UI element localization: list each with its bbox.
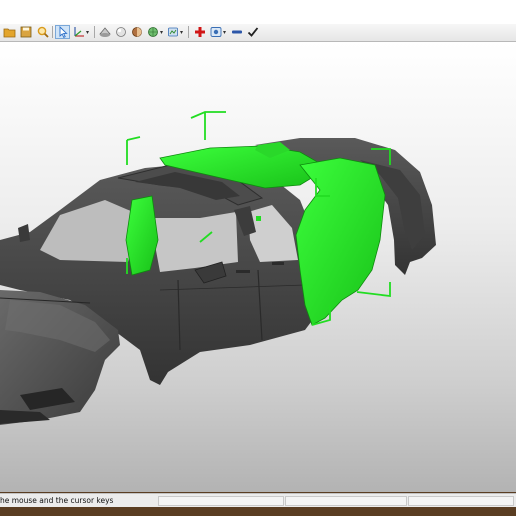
car-model-view[interactable] (0, 42, 516, 492)
toolbar-separator (94, 26, 95, 38)
status-panel (285, 496, 407, 506)
texture-icon[interactable]: ▾ (145, 25, 165, 39)
status-message: he mouse and the cursor keys (0, 496, 114, 505)
light-icon[interactable] (113, 25, 128, 39)
main-toolbar: ▾ ▾ ▾ ▾ (0, 24, 516, 42)
dropdown-arrow-icon[interactable]: ▾ (223, 29, 226, 36)
status-panel (408, 496, 514, 506)
status-bar: he mouse and the cursor keys (0, 493, 516, 507)
dropdown-arrow-icon[interactable]: ▾ (180, 29, 183, 36)
window-top-area (0, 0, 516, 24)
toolbar-separator (188, 26, 189, 38)
dropdown-arrow-icon[interactable]: ▾ (160, 29, 163, 36)
dropdown-arrow-icon[interactable]: ▾ (86, 29, 89, 36)
window-bottom-frame (0, 507, 516, 516)
status-panel (158, 496, 284, 506)
save-icon[interactable] (18, 25, 33, 39)
confirm-check-icon[interactable] (245, 25, 260, 39)
open-folder-icon[interactable] (2, 25, 17, 39)
render-mode-icon[interactable] (97, 25, 112, 39)
axis-transform-icon[interactable]: ▾ (71, 25, 91, 39)
select-pointer-icon[interactable] (55, 25, 70, 39)
material-icon[interactable] (129, 25, 144, 39)
toolbar-separator (52, 26, 53, 38)
view-options-icon[interactable]: ▾ (208, 25, 228, 39)
shading-icon[interactable]: ▾ (165, 25, 185, 39)
add-icon[interactable] (192, 25, 207, 39)
minus-icon[interactable] (229, 25, 244, 39)
3d-viewport[interactable] (0, 42, 516, 492)
zoom-icon[interactable] (35, 25, 50, 39)
